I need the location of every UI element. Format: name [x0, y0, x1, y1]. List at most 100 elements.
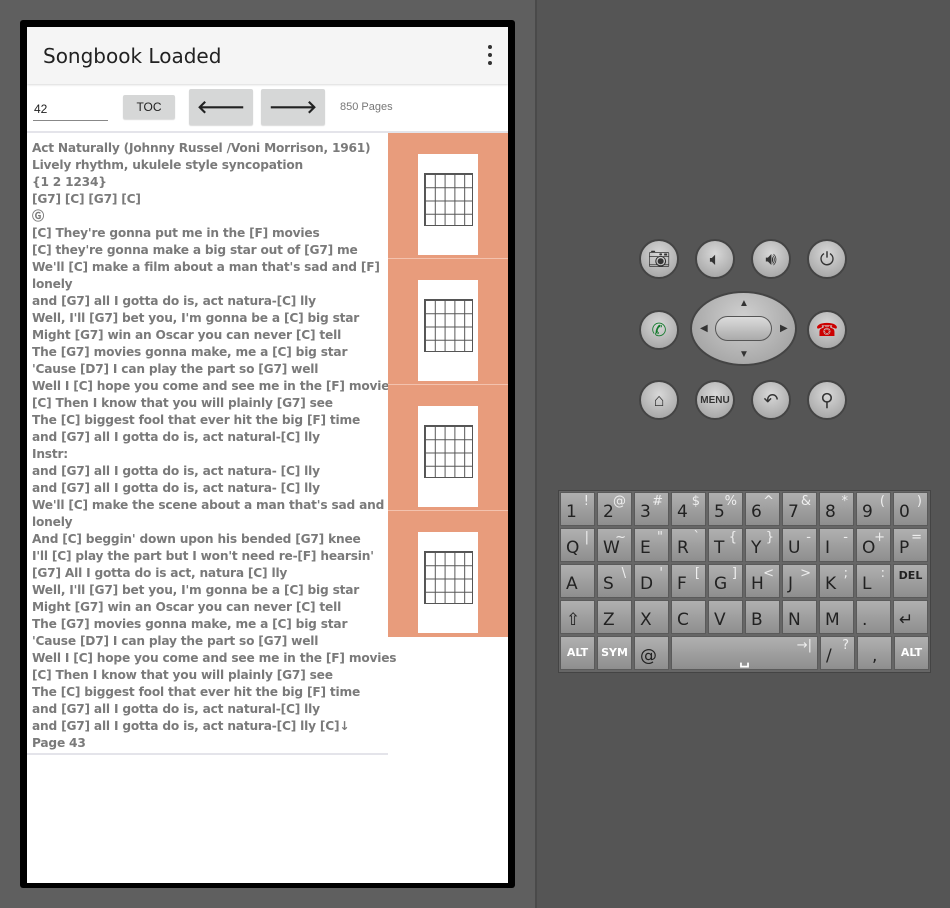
key-r[interactable]: R `: [671, 528, 706, 562]
overflow-menu-icon[interactable]: [486, 45, 494, 65]
key-9[interactable]: 9(: [856, 492, 891, 526]
search-button[interactable]: ⚲: [807, 380, 847, 420]
key-v[interactable]: V: [708, 600, 743, 634]
key-c[interactable]: C: [671, 600, 706, 634]
lyric-line: {1 2 1234}: [32, 175, 107, 189]
volume-down-button[interactable]: 🔈︎: [695, 239, 735, 279]
key-7[interactable]: 7 &: [782, 492, 817, 526]
key-f[interactable]: F[: [671, 564, 706, 598]
key-5[interactable]: 5%: [708, 492, 743, 526]
key-space[interactable]: ␣ →|: [671, 636, 818, 670]
menu-button[interactable]: MENU: [695, 380, 735, 420]
dpad-right-icon[interactable]: ▶: [780, 323, 788, 334]
key-q[interactable]: Q |: [560, 528, 595, 562]
volume-up-button[interactable]: 🔊︎: [751, 239, 791, 279]
key-sym[interactable]: SYM: [597, 636, 632, 670]
key-b[interactable]: B: [745, 600, 780, 634]
key-label: R: [677, 538, 689, 558]
chord-cell[interactable]: [388, 511, 508, 637]
key-⇧[interactable]: ⇧: [560, 600, 595, 634]
power-button[interactable]: ⏻: [807, 239, 847, 279]
key-e[interactable]: E ": [634, 528, 669, 562]
key-a[interactable]: A: [560, 564, 595, 598]
key-alt-right[interactable]: ALT: [894, 636, 929, 670]
toc-button[interactable]: TOC: [123, 95, 175, 119]
lyric-line: Might [G7] win an Oscar you can never [C…: [32, 600, 342, 614]
key-label: A: [566, 574, 578, 594]
lyric-line: The [G7] movies gonna make, me a [C] big…: [32, 617, 348, 631]
lyric-line: and [G7] all I gotta do is, act natural-…: [32, 430, 320, 444]
key-z[interactable]: Z: [597, 600, 632, 634]
key-label: B: [751, 610, 763, 630]
key-i[interactable]: I-: [819, 528, 854, 562]
song-lyrics[interactable]: Act Naturally (Johnny Russel /Voni Morri…: [32, 140, 407, 752]
end-call-button[interactable]: ☎: [807, 310, 847, 350]
dpad-down-icon[interactable]: ▼: [739, 349, 749, 360]
key-n[interactable]: N: [782, 600, 817, 634]
key-slash[interactable]: /?: [820, 636, 855, 670]
key-label: J: [788, 574, 794, 594]
chord-cell[interactable]: [388, 385, 508, 511]
key-l[interactable]: L:: [856, 564, 891, 598]
key-alt-label: ': [659, 566, 663, 581]
key-p[interactable]: P =: [893, 528, 928, 562]
chord-cell[interactable]: [388, 133, 508, 259]
camera-button[interactable]: 📷︎: [639, 239, 679, 279]
key-comma[interactable]: ,: [857, 636, 892, 670]
key-label: L: [862, 574, 872, 594]
key-4[interactable]: 4 $: [671, 492, 706, 526]
key-label: 1: [566, 502, 577, 522]
key-.[interactable]: .: [856, 600, 891, 634]
key-w[interactable]: W ~: [597, 528, 632, 562]
key-alt-label: ;: [843, 566, 848, 581]
key-label: H: [751, 574, 764, 594]
call-button[interactable]: ✆: [639, 310, 679, 350]
key-t[interactable]: T{: [708, 528, 743, 562]
key-label: SYM: [601, 646, 628, 659]
key-alt-label: ): [916, 494, 922, 509]
key-s[interactable]: S \: [597, 564, 632, 598]
space-icon: ␣: [739, 650, 750, 668]
key-o[interactable]: O +: [856, 528, 891, 562]
lyric-line: lonely: [32, 515, 73, 529]
key-1[interactable]: 1!: [560, 492, 595, 526]
key-x[interactable]: X: [634, 600, 669, 634]
key-3[interactable]: 3 #: [634, 492, 669, 526]
key-↵[interactable]: ↵: [893, 600, 928, 634]
next-page-button[interactable]: 🡒: [261, 89, 325, 125]
chord-cell[interactable]: [388, 259, 508, 385]
key-g[interactable]: G]: [708, 564, 743, 598]
key-label: V: [714, 610, 726, 630]
key-u[interactable]: U-: [782, 528, 817, 562]
key-d[interactable]: D ': [634, 564, 669, 598]
page-number-input[interactable]: [33, 97, 108, 121]
key-label: X: [640, 610, 652, 630]
key-y[interactable]: Y}: [745, 528, 780, 562]
key-m[interactable]: M: [819, 600, 854, 634]
dpad-center-button[interactable]: [715, 316, 772, 341]
key-h[interactable]: H <: [745, 564, 780, 598]
dpad-up-icon[interactable]: ▲: [739, 298, 749, 309]
lyric-line: The [G7] movies gonna make, me a [C] big…: [32, 345, 348, 359]
key-2[interactable]: 2 @: [597, 492, 632, 526]
key-0[interactable]: 0): [893, 492, 928, 526]
chord-fretboard-icon: [424, 173, 473, 226]
lyric-line: [G7] All I gotta do is act, natura [C] l…: [32, 566, 288, 580]
key-alt-left[interactable]: ALT: [560, 636, 595, 670]
key-k[interactable]: K;: [819, 564, 854, 598]
volume-down-icon: 🔈︎: [709, 248, 721, 269]
dpad[interactable]: ▲ ▼ ◀ ▶: [690, 291, 797, 366]
key-6[interactable]: 6 ^: [745, 492, 780, 526]
dpad-left-icon[interactable]: ◀: [700, 323, 708, 334]
home-button[interactable]: ⌂: [639, 380, 679, 420]
key-8[interactable]: 8 *: [819, 492, 854, 526]
back-button[interactable]: ↶: [751, 380, 791, 420]
key-alt-label: {: [728, 530, 737, 545]
key-j[interactable]: J >: [782, 564, 817, 598]
key-alt-label: +: [874, 530, 885, 545]
lyric-line: and [G7] all I gotta do is, act natura- …: [32, 481, 320, 495]
previous-page-button[interactable]: 🡐: [189, 89, 253, 125]
chord-card: [418, 532, 478, 633]
key-at[interactable]: @: [634, 636, 669, 670]
key-del[interactable]: DEL: [893, 564, 928, 598]
